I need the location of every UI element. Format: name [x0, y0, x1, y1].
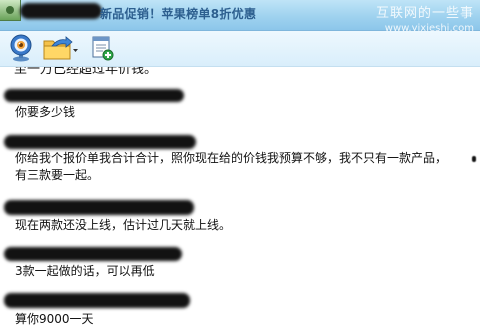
redacted-sender-1: [4, 89, 184, 102]
chat-toolbar: [0, 31, 480, 67]
redacted-sender-4: [4, 247, 182, 261]
webcam-button[interactable]: [8, 34, 34, 62]
message-text-partial: 至一万已经超过年价钱。: [14, 67, 158, 77]
message-text: 算你9000一天: [15, 312, 94, 326]
folder-icon: [43, 36, 78, 60]
message-text: 现在两款还没上线，估计过几天就上线。: [15, 218, 232, 232]
chevron-down-icon: [73, 49, 78, 52]
avatar[interactable]: [0, 0, 21, 21]
window-title: 新品促销！苹果榜单8折优惠: [100, 7, 257, 21]
redacted-sender-3: [4, 200, 194, 215]
redacted-sender-5: [4, 293, 190, 308]
title-bar: 新品促销！苹果榜单8折优惠 互联网的一些事 www.yixieshi.com: [0, 0, 480, 34]
message-text: 你给我个报价单我合计合计，照你现在给的价钱我预算不够，我不只有一款产品，: [15, 151, 448, 165]
message-text: 你要多少钱: [15, 105, 76, 119]
chat-history[interactable]: 至一万已经超过年价钱。 你要多少钱 你给我个报价单我合计合计，照你现在给的价钱我…: [0, 67, 480, 336]
redacted-sender-2: [4, 135, 196, 149]
redacted-mark: [472, 156, 476, 162]
watermark-text: 互联网的一些事: [375, 6, 474, 21]
message-text: 有三款要一起。: [15, 168, 100, 182]
send-file-button[interactable]: [42, 34, 80, 62]
message-text: 3款一起做的话，可以再低: [15, 264, 155, 278]
memo-button[interactable]: [90, 34, 116, 62]
webcam-icon: [10, 34, 32, 62]
watermark: 互联网的一些事 www.yixieshi.com: [376, 2, 474, 34]
memo-icon: [92, 36, 114, 61]
redacted-contact-name: [20, 3, 102, 19]
